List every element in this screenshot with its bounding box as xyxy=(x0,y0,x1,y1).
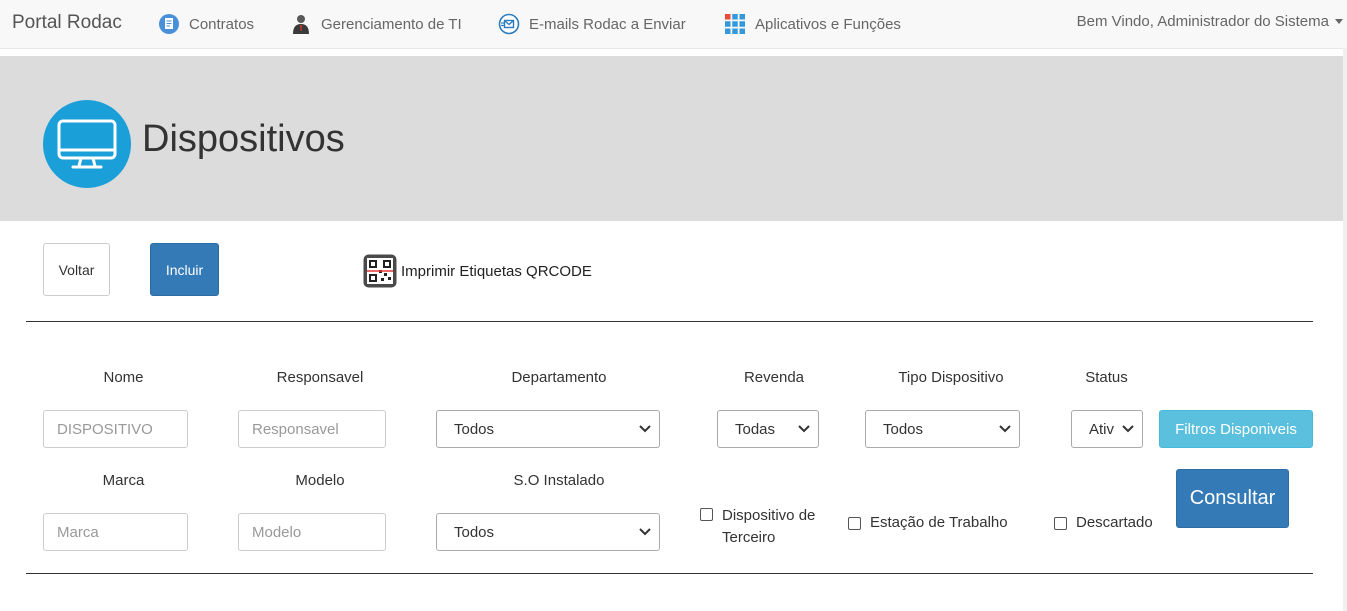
available-filters-button[interactable]: Filtros Disponiveis xyxy=(1159,410,1313,448)
department-select[interactable]: Todos xyxy=(436,410,660,448)
caret-down-icon xyxy=(1335,19,1343,24)
label-so-instalado: S.O Instalado xyxy=(513,472,605,489)
divider-bottom xyxy=(26,573,1313,574)
discarded-checkbox[interactable] xyxy=(1054,517,1067,530)
responsible-input[interactable]: Responsavel xyxy=(238,410,386,448)
chevron-down-icon xyxy=(999,425,1011,433)
print-qrcode-link[interactable]: Imprimir Etiquetas QRCODE xyxy=(363,254,592,288)
chevron-down-icon xyxy=(639,425,651,433)
scrollbar-track[interactable] xyxy=(1343,48,1347,611)
third-party-device-checkbox[interactable] xyxy=(700,508,713,521)
model-input[interactable]: Modelo xyxy=(238,513,386,551)
workstation-label: Estação de Trabalho xyxy=(870,514,1008,531)
divider-top xyxy=(26,321,1313,322)
workstation-option[interactable]: Estação de Trabalho xyxy=(848,514,1008,531)
discarded-option[interactable]: Descartado xyxy=(1054,514,1153,531)
nav-item-emails[interactable]: E-mails Rodac a Enviar xyxy=(498,13,686,35)
back-button[interactable]: Voltar xyxy=(43,243,110,296)
apps-grid-icon xyxy=(725,14,745,34)
top-navbar: Portal Rodac Contratos Gerenciamento de … xyxy=(0,0,1347,49)
label-responsavel: Responsavel xyxy=(276,369,364,386)
search-button[interactable]: Consultar xyxy=(1176,469,1289,528)
third-party-device-label: Dispositivo de Terceiro xyxy=(722,505,815,549)
page-header: Dispositivos xyxy=(0,56,1343,221)
chevron-down-icon xyxy=(1122,425,1134,433)
nav-item-contratos[interactable]: Contratos xyxy=(158,13,254,35)
user-manager-icon xyxy=(293,15,309,34)
label-marca: Marca xyxy=(102,472,145,489)
third-party-device-label-line2: Terceiro xyxy=(722,529,776,546)
label-departamento: Departamento xyxy=(511,369,607,386)
department-select-value: Todos xyxy=(454,420,495,438)
workstation-checkbox[interactable] xyxy=(848,517,861,530)
os-select[interactable]: Todos xyxy=(436,513,660,551)
os-select-value: Todos xyxy=(454,523,495,541)
navbar-brand[interactable]: Portal Rodac xyxy=(12,12,122,34)
contract-icon xyxy=(159,14,179,34)
nav-item-label: Contratos xyxy=(189,15,255,33)
label-tipo-dispositivo: Tipo Dispositivo xyxy=(898,369,1004,386)
reseller-select[interactable]: Todas xyxy=(717,410,819,448)
print-qrcode-label: Imprimir Etiquetas QRCODE xyxy=(401,262,592,280)
discarded-label: Descartado xyxy=(1076,514,1153,531)
email-icon xyxy=(498,13,520,35)
third-party-device-option[interactable]: Dispositivo de Terceiro xyxy=(700,505,815,549)
brand-input[interactable]: Marca xyxy=(43,513,188,551)
page-header-icon-circle xyxy=(43,100,131,188)
user-greeting: Bem Vindo, Administrador do Sistema xyxy=(1076,13,1329,30)
third-party-device-label-line1: Dispositivo de xyxy=(722,507,816,524)
qrcode-icon xyxy=(363,254,397,288)
nav-item-label: Gerenciamento de TI xyxy=(321,15,462,33)
nav-item-label: E-mails Rodac a Enviar xyxy=(529,15,686,33)
nav-item-aplicativos[interactable]: Aplicativos e Funções xyxy=(724,13,901,35)
chevron-down-icon xyxy=(798,425,810,433)
page-title: Dispositivos xyxy=(142,118,345,160)
label-modelo: Modelo xyxy=(295,472,345,489)
nav-item-gerenciamento-ti[interactable]: Gerenciamento de TI xyxy=(290,13,462,35)
name-input[interactable]: DISPOSITIVO xyxy=(43,410,188,448)
reseller-select-value: Todas xyxy=(735,420,776,438)
chevron-down-icon xyxy=(639,528,651,536)
status-select-value: Ativ xyxy=(1089,420,1115,438)
label-nome: Nome xyxy=(103,369,144,386)
monitor-icon xyxy=(57,119,117,169)
label-revenda: Revenda xyxy=(743,369,805,386)
user-menu[interactable]: Bem Vindo, Administrador do Sistema xyxy=(1077,13,1343,30)
nav-item-label: Aplicativos e Funções xyxy=(755,15,901,33)
label-status: Status xyxy=(1085,369,1128,386)
status-select[interactable]: Ativ xyxy=(1071,410,1143,448)
device-type-select[interactable]: Todos xyxy=(865,410,1020,448)
device-type-select-value: Todos xyxy=(883,420,924,438)
add-button[interactable]: Incluir xyxy=(150,243,219,296)
